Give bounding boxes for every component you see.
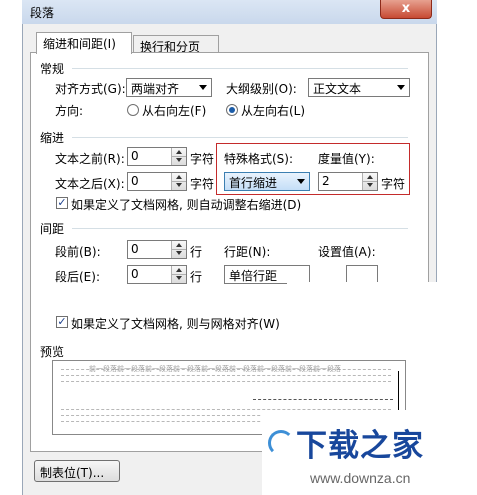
- preview-sample-text: 前一段落前一段落前一段落前一段落前一段落前一段落前一段落前一段落前一段落: [89, 365, 341, 373]
- line-spacing-label: 行距(N):: [224, 245, 271, 259]
- spacing-before-label: 段前(B):: [55, 245, 101, 259]
- preview-section-title: 预览: [40, 345, 65, 359]
- direction-label: 方向:: [55, 104, 84, 118]
- rtl-label: 从右向左(F): [142, 104, 207, 118]
- spacing-before-unit: 行: [190, 245, 203, 259]
- alignment-select[interactable]: 两端对齐: [126, 78, 212, 97]
- watermark-title: 下载之家: [296, 428, 424, 464]
- tab-indent-spacing[interactable]: 缩进和间距(I): [36, 32, 132, 54]
- indent-grid-checkbox-label: 如果定义了文档网格, 则自动调整右缩进(D): [71, 198, 302, 212]
- spin-buttons[interactable]: [171, 173, 186, 190]
- indent-after-label: 文本之后(X):: [55, 177, 125, 191]
- indent-after-value: 0: [131, 174, 139, 188]
- indent-before-value: 0: [131, 149, 139, 163]
- alignment-value: 两端对齐: [131, 82, 180, 96]
- setting-value-label: 设置值(A):: [318, 245, 376, 259]
- indent-before-unit: 字符: [190, 152, 215, 166]
- spacing-after-value: 0: [131, 267, 139, 281]
- outline-level-label: 大纲级别(O):: [226, 82, 297, 96]
- preview-line: [61, 381, 391, 382]
- indent-grid-checkbox[interactable]: ✓: [56, 197, 68, 209]
- preview-line: [61, 375, 391, 376]
- indent-before-label: 文本之前(R):: [55, 152, 125, 166]
- general-divider: [72, 68, 408, 69]
- outline-level-select[interactable]: 正文文本: [308, 78, 410, 97]
- spacing-divider: [72, 228, 408, 229]
- spacing-after-unit: 行: [190, 270, 203, 284]
- chevron-down-icon: [199, 85, 207, 90]
- indent-section-title: 缩进: [40, 131, 65, 145]
- outline-level-value: 正文文本: [313, 82, 362, 96]
- spacing-after-label: 段后(E):: [55, 270, 100, 284]
- ltr-radio[interactable]: [226, 104, 238, 116]
- indent-after-unit: 字符: [190, 177, 215, 191]
- indent-before-stepper[interactable]: 0: [127, 147, 187, 166]
- left-margin: [0, 0, 22, 495]
- rtl-radio[interactable]: [127, 104, 139, 116]
- indent-after-stepper[interactable]: 0: [127, 172, 187, 191]
- ltr-label: 从左向右(L): [241, 104, 306, 118]
- spacing-after-stepper[interactable]: 0: [127, 265, 187, 284]
- spacing-section-title: 间距: [40, 222, 65, 236]
- watermark-url: www.downza.cn: [310, 470, 411, 486]
- spacing-grid-checkbox[interactable]: ✓: [56, 316, 68, 328]
- tab-line-page-breaks[interactable]: 换行和分页(P): [133, 35, 219, 69]
- dialog-title: 段落: [30, 6, 55, 20]
- highlight-box: [216, 143, 410, 195]
- title-bar: [22, 0, 437, 24]
- spin-buttons[interactable]: [171, 266, 186, 283]
- spacing-grid-checkbox-label: 如果定义了文档网格, 则与网格对齐(W): [71, 317, 280, 331]
- general-section-title: 常规: [40, 62, 65, 76]
- line-spacing-value: 单倍行距: [229, 269, 278, 283]
- spin-buttons[interactable]: [171, 148, 186, 165]
- watermark-swoosh-icon: [268, 430, 294, 456]
- indent-divider: [72, 137, 408, 138]
- tab-stops-button[interactable]: 制表位(T)...: [34, 460, 120, 482]
- spacing-before-value: 0: [131, 242, 139, 256]
- preview-line: [253, 399, 393, 400]
- chevron-down-icon: [397, 85, 405, 90]
- close-button[interactable]: x: [380, 0, 432, 19]
- alignment-label: 对齐方式(G):: [55, 82, 126, 96]
- spin-buttons[interactable]: [171, 241, 186, 258]
- spacing-before-stepper[interactable]: 0: [127, 240, 187, 259]
